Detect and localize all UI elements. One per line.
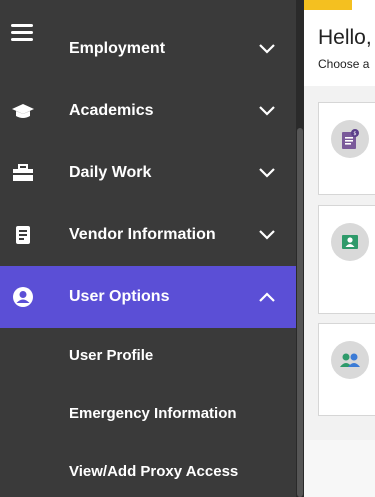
sidebar-item-label: Academics [69, 102, 154, 119]
sidebar-item-vendor-information[interactable]: Vendor Information [0, 204, 296, 266]
sidebar-item-daily-work[interactable]: Daily Work [0, 142, 296, 204]
sidebar-item-employment[interactable]: Employment [0, 18, 296, 80]
card-documents[interactable]: $ [318, 102, 375, 195]
users-icon [331, 341, 369, 379]
document-icon: $ [331, 120, 369, 158]
user-circle-icon [10, 284, 36, 310]
chevron-down-icon [259, 106, 275, 116]
card-profile[interactable] [318, 205, 375, 314]
page-greeting: Hello, [318, 26, 372, 49]
id-card-icon [331, 223, 369, 261]
chevron-down-icon [259, 44, 275, 54]
card-proxy[interactable] [318, 323, 375, 416]
graduation-cap-icon [10, 98, 36, 124]
chevron-down-icon [259, 168, 275, 178]
sidebar-item-label: Daily Work [69, 164, 152, 181]
vendor-document-icon [10, 222, 36, 248]
sub-item-view-add-proxy-access[interactable]: View/Add Proxy Access [69, 463, 238, 480]
footer-area [304, 440, 375, 497]
chevron-down-icon [259, 230, 275, 240]
page-subtitle: Choose a [318, 57, 370, 71]
scrollbar-thumb[interactable] [297, 128, 303, 497]
active-tab-indicator [304, 0, 352, 10]
sidebar-item-user-options[interactable]: User Options [0, 266, 296, 328]
svg-text:$: $ [353, 131, 356, 137]
sub-item-user-profile[interactable]: User Profile [69, 347, 153, 364]
briefcase-icon [10, 160, 36, 186]
sub-item-emergency-information[interactable]: Emergency Information [69, 405, 237, 422]
sidebar: Employment Academics Daily Work Vendor I… [0, 0, 296, 497]
sidebar-item-label: Employment [69, 40, 166, 57]
sidebar-item-academics[interactable]: Academics [0, 80, 296, 142]
sidebar-item-label: Vendor Information [69, 226, 216, 243]
sidebar-item-label: User Options [69, 288, 170, 305]
chevron-up-icon [259, 292, 275, 302]
